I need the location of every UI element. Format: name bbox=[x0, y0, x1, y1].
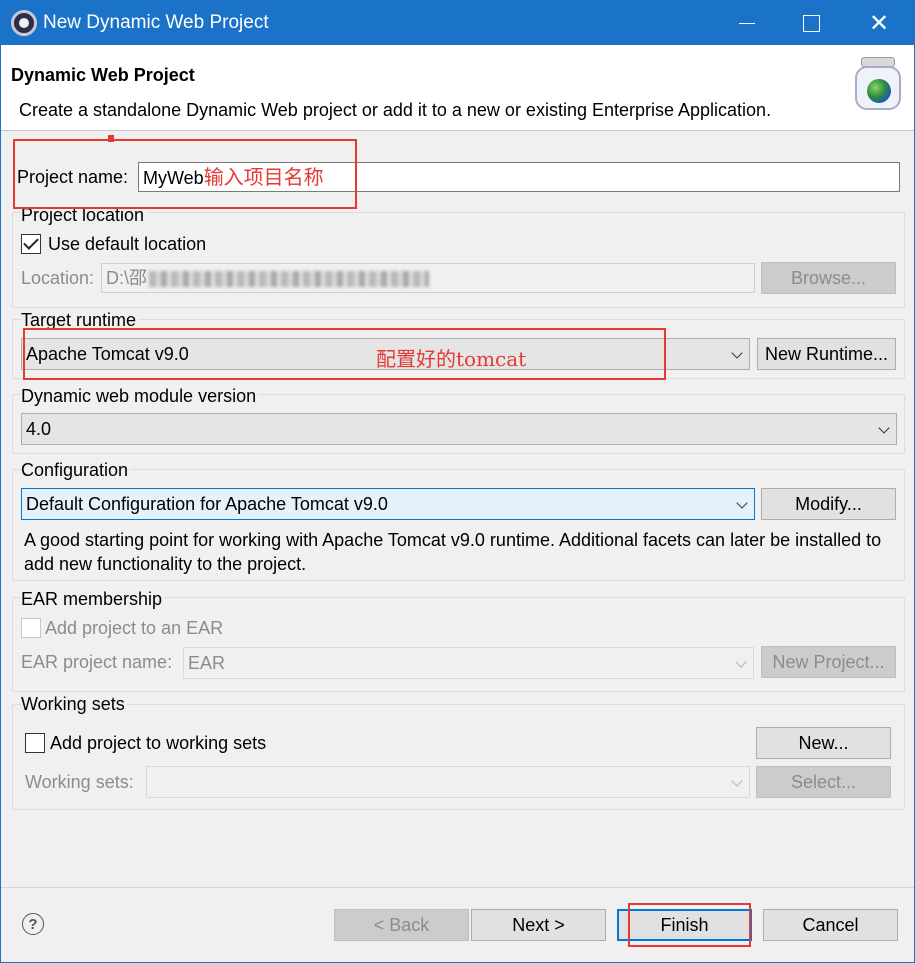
blurred-path bbox=[149, 271, 430, 288]
web-project-jar-icon bbox=[853, 57, 903, 113]
help-icon[interactable]: ? bbox=[22, 913, 44, 935]
title-bar: New Dynamic Web Project ✕ bbox=[1, 1, 914, 45]
cancel-button[interactable]: Cancel bbox=[763, 909, 898, 941]
finish-annotation-box bbox=[628, 903, 751, 947]
use-default-location-checkbox[interactable] bbox=[21, 234, 41, 254]
next-button[interactable]: Next > bbox=[471, 909, 606, 941]
modify-button[interactable]: Modify... bbox=[761, 488, 896, 520]
dialog-window: New Dynamic Web Project ✕ Dynamic Web Pr… bbox=[0, 0, 915, 963]
chevron-down-icon bbox=[735, 656, 747, 668]
page-description: Create a standalone Dynamic Web project … bbox=[19, 100, 772, 120]
configuration-description: A good starting point for working with A… bbox=[24, 530, 882, 574]
ear-project-name-select[interactable]: EAR bbox=[183, 647, 754, 679]
working-sets-group-label: Working sets bbox=[21, 694, 127, 715]
new-runtime-button[interactable]: New Runtime... bbox=[757, 338, 896, 370]
new-project-button[interactable]: New Project... bbox=[761, 646, 896, 678]
module-version-select[interactable]: 4.0 bbox=[21, 413, 897, 445]
footer-separator bbox=[1, 887, 914, 888]
wizard-header: Dynamic Web Project Create a standalone … bbox=[1, 45, 914, 131]
add-to-ear-label: Add project to an EAR bbox=[45, 618, 224, 638]
chevron-down-icon bbox=[731, 775, 743, 787]
configuration-select[interactable]: Default Configuration for Apache Tomcat … bbox=[21, 488, 755, 520]
add-to-ear-checkbox[interactable] bbox=[21, 618, 41, 638]
minimize-button[interactable] bbox=[715, 1, 779, 45]
runtime-annotation-box bbox=[23, 328, 666, 380]
use-default-location-label: Use default location bbox=[48, 234, 207, 254]
chevron-down-icon bbox=[736, 497, 748, 509]
back-button[interactable]: < Back bbox=[334, 909, 469, 941]
add-to-working-sets-label: Add project to working sets bbox=[50, 733, 267, 753]
location-label: Location: bbox=[21, 268, 95, 288]
window-title: New Dynamic Web Project bbox=[43, 12, 269, 33]
close-button[interactable]: ✕ bbox=[847, 1, 911, 45]
chevron-down-icon bbox=[878, 422, 890, 434]
location-input[interactable]: D:\邵 bbox=[101, 263, 755, 293]
runtime-annotation-text: 配置好的tomcat bbox=[376, 347, 527, 371]
browse-button[interactable]: Browse... bbox=[761, 262, 896, 294]
select-working-sets-button[interactable]: Select... bbox=[756, 766, 891, 798]
annotation-marker bbox=[108, 135, 114, 142]
configuration-label: Configuration bbox=[21, 460, 131, 481]
working-sets-label: Working sets: bbox=[25, 772, 134, 792]
chevron-down-icon bbox=[731, 347, 743, 359]
eclipse-icon bbox=[11, 10, 37, 36]
page-title: Dynamic Web Project bbox=[11, 65, 195, 85]
maximize-button[interactable] bbox=[779, 1, 843, 45]
ear-membership-label: EAR membership bbox=[21, 589, 165, 610]
project-name-annotation-box bbox=[13, 139, 357, 209]
ear-project-name-label: EAR project name: bbox=[21, 652, 173, 672]
module-version-label: Dynamic web module version bbox=[21, 386, 259, 407]
new-working-set-button[interactable]: New... bbox=[756, 727, 891, 759]
add-to-working-sets-checkbox[interactable] bbox=[25, 733, 45, 753]
working-sets-select[interactable] bbox=[146, 766, 750, 798]
